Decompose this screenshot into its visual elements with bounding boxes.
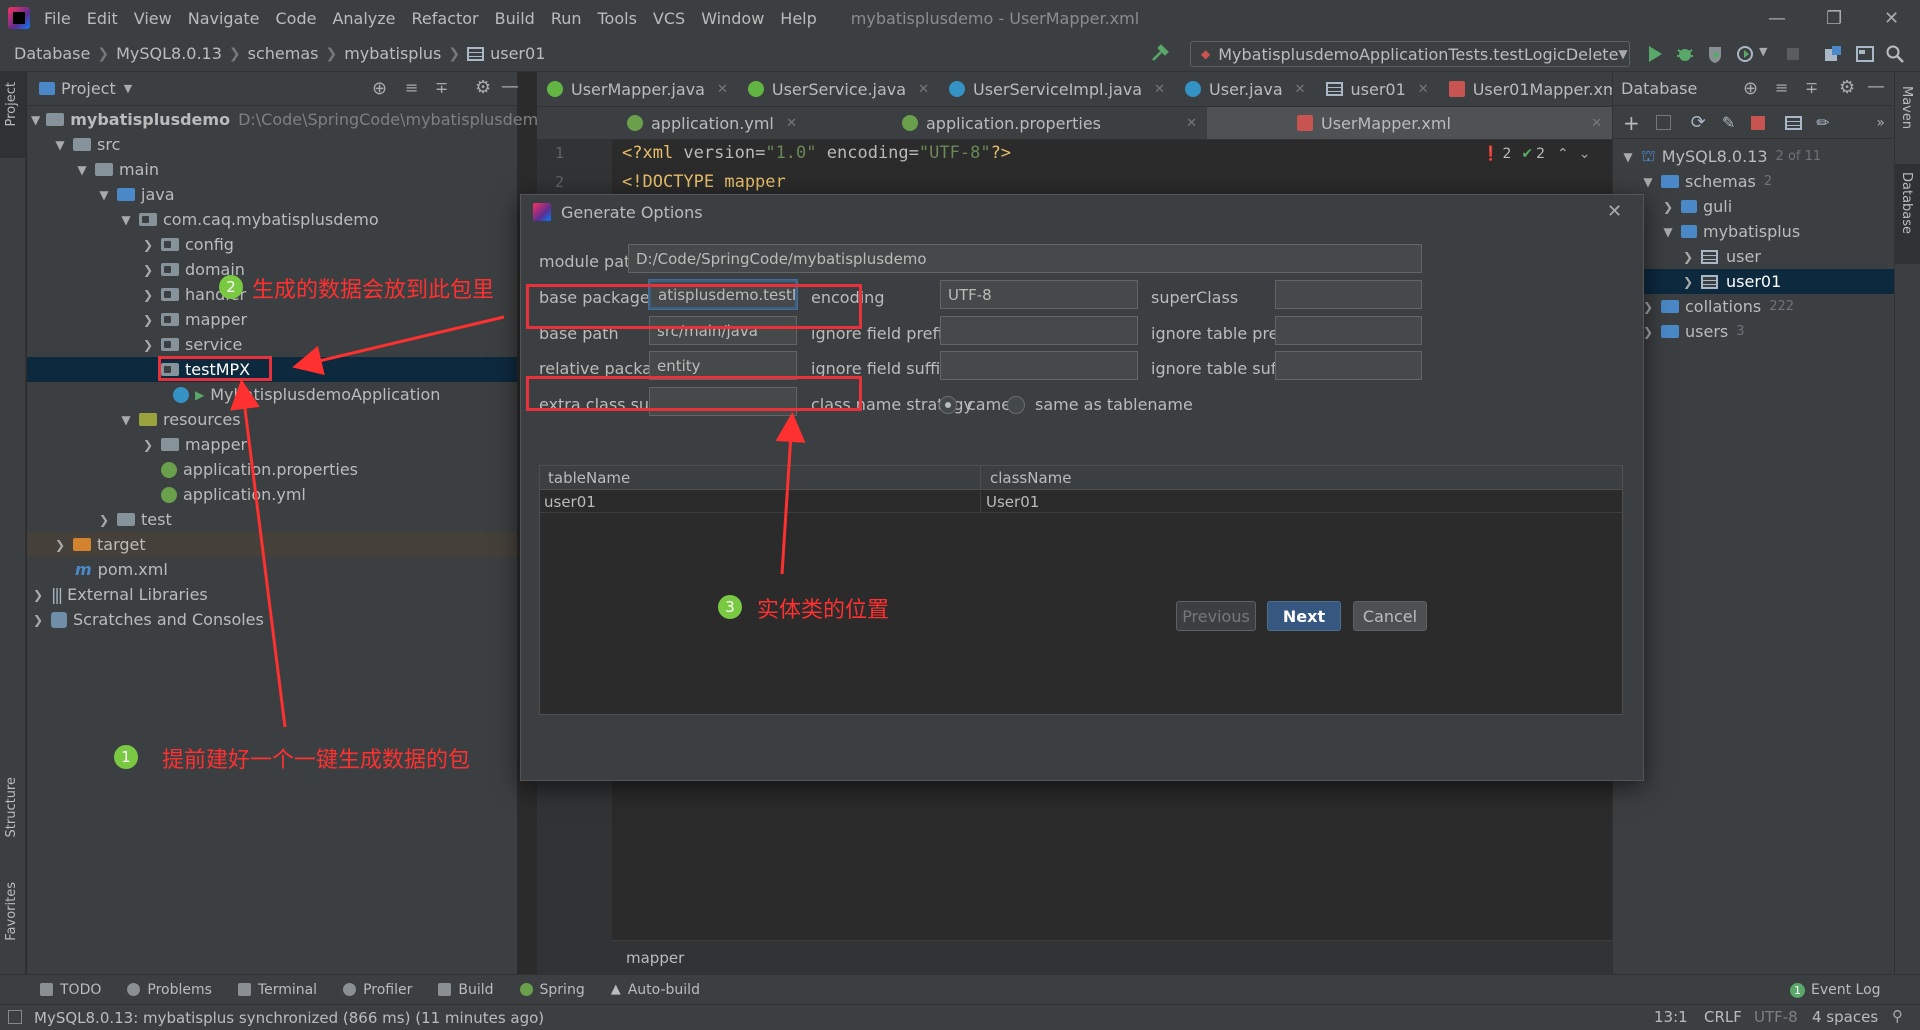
annotation-text-2: 生成的数据会放到此包里 [252, 278, 495, 303]
annotation-arrow-2 [292, 315, 505, 376]
annotation-text-1: 提前建好一个一键生成数据的包 [162, 748, 471, 773]
annotation-badge-1: 1 [114, 745, 138, 769]
annotation-arrows [230, 315, 806, 728]
annotation-badge-2: 2 [219, 275, 243, 299]
annotation-text-3: 实体类的位置 [757, 598, 890, 623]
annotation-arrow-3 [775, 412, 806, 575]
annotation-badge-3: 3 [718, 595, 742, 619]
annotation-arrow-1 [230, 379, 287, 728]
